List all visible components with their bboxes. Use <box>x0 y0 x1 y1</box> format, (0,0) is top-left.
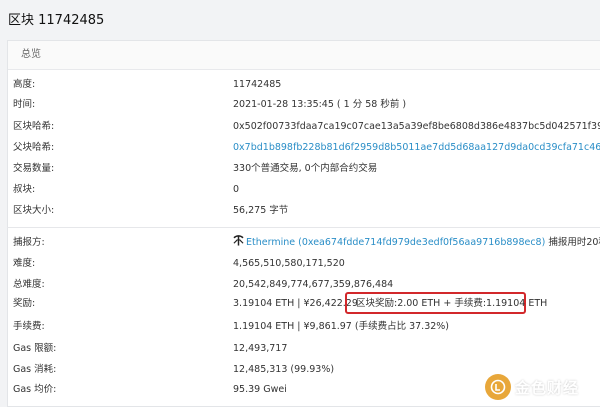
row-size: 区块大小: 56,275 字节 <box>0 202 593 220</box>
row-fee: 手续费: 1.19104 ETH | ¥9,861.97 (手续费占比 37.3… <box>0 318 593 336</box>
label-gas-used: Gas 消耗: <box>13 364 57 375</box>
row-tx-count: 交易数量: 330个普通交易, 0个内部合约交易 <box>0 160 593 178</box>
value-reward: 3.19104 ETH | ¥26,422.29 <box>233 298 358 309</box>
value-size: 56,275 字节 <box>233 205 289 216</box>
label-difficulty: 难度: <box>13 258 36 269</box>
label-parent-hash: 父块哈希: <box>13 142 55 153</box>
label-uncles: 叔块: <box>13 184 36 195</box>
label-tx-count: 交易数量: <box>13 163 55 174</box>
value-gas-limit: 12,493,717 <box>233 343 288 354</box>
row-difficulty: 难度: 4,565,510,580,171,520 <box>0 255 593 273</box>
value-height[interactable]: 11742485 <box>233 76 281 94</box>
label-miner: 捕报方: <box>13 237 45 248</box>
label-gas-limit: Gas 限额: <box>13 343 57 354</box>
row-parent-hash: 父块哈希: 0x7bd1b898fb228b81d6f2959d8b5011ae… <box>0 139 600 157</box>
coin-icon <box>490 379 506 395</box>
value-gas-price: 95.39 Gwei <box>233 384 287 395</box>
value-time: 2021-01-28 13:35:45 ( 1 分 58 秒前 ) <box>233 99 407 110</box>
watermark-logo-icon <box>485 374 511 400</box>
label-time: 时间: <box>13 99 36 110</box>
value-difficulty: 4,565,510,580,171,520 <box>233 258 345 269</box>
watermark: 金色财经 <box>485 374 579 400</box>
reward-detail: 区块奖励:2.00 ETH + 手续费:1.19104 ETH <box>356 298 548 309</box>
page-title: 区块 11742485 <box>8 13 105 28</box>
value-gas-used: 12,485,313 (99.93%) <box>233 364 335 375</box>
divider <box>7 227 600 228</box>
label-reward: 奖励: <box>13 298 36 309</box>
miner-name-link[interactable]: Ethermine <box>246 237 295 248</box>
label-size: 区块大小: <box>13 205 55 216</box>
row-height: 高度: 11742485 <box>0 76 593 94</box>
label-height: 高度: <box>13 79 36 90</box>
miner-time: 捕报用时20秒 <box>548 237 600 248</box>
miner-value: Ethermine (0xea674fdde714fd979de3edf0f56… <box>233 234 600 252</box>
label-gas-price: Gas 均价: <box>13 384 57 395</box>
label-total-difficulty: 总难度: <box>13 279 45 290</box>
row-miner: 捕报方: Ethermine (0xea674fdde714fd979de3ed… <box>0 234 600 252</box>
label-block-hash: 区块哈希: <box>13 121 55 132</box>
row-block-hash: 区块哈希: 0x502f00733fdaa7ca19c07cae13a5a39e… <box>0 118 600 136</box>
pickaxe-icon <box>233 235 244 246</box>
watermark-text: 金色财经 <box>515 378 580 397</box>
overview-header: 总览 <box>8 41 600 70</box>
value-uncles: 0 <box>233 184 240 195</box>
label-fee: 手续费: <box>13 321 45 332</box>
row-uncles: 叔块: 0 <box>0 181 593 199</box>
value-block-hash: 0x502f00733fdaa7ca19c07cae13a5a39ef8be68… <box>233 121 600 132</box>
value-tx-count[interactable]: 330个普通交易, 0个内部合约交易 <box>233 160 377 178</box>
row-time: 时间: 2021-01-28 13:35:45 ( 1 分 58 秒前 ) <box>0 96 593 114</box>
miner-address-link[interactable]: (0xea674fdde714fd979de3edf0f56aa9716b898… <box>298 237 545 248</box>
link-parent-hash[interactable]: 0x7bd1b898fb228b81d6f2959d8b5011ae7dd5d6… <box>233 139 600 157</box>
value-fee: 1.19104 ETH | ¥9,861.97 (手续费占比 37.32%) <box>233 321 450 332</box>
row-gas-limit: Gas 限额: 12,493,717 <box>0 340 593 358</box>
